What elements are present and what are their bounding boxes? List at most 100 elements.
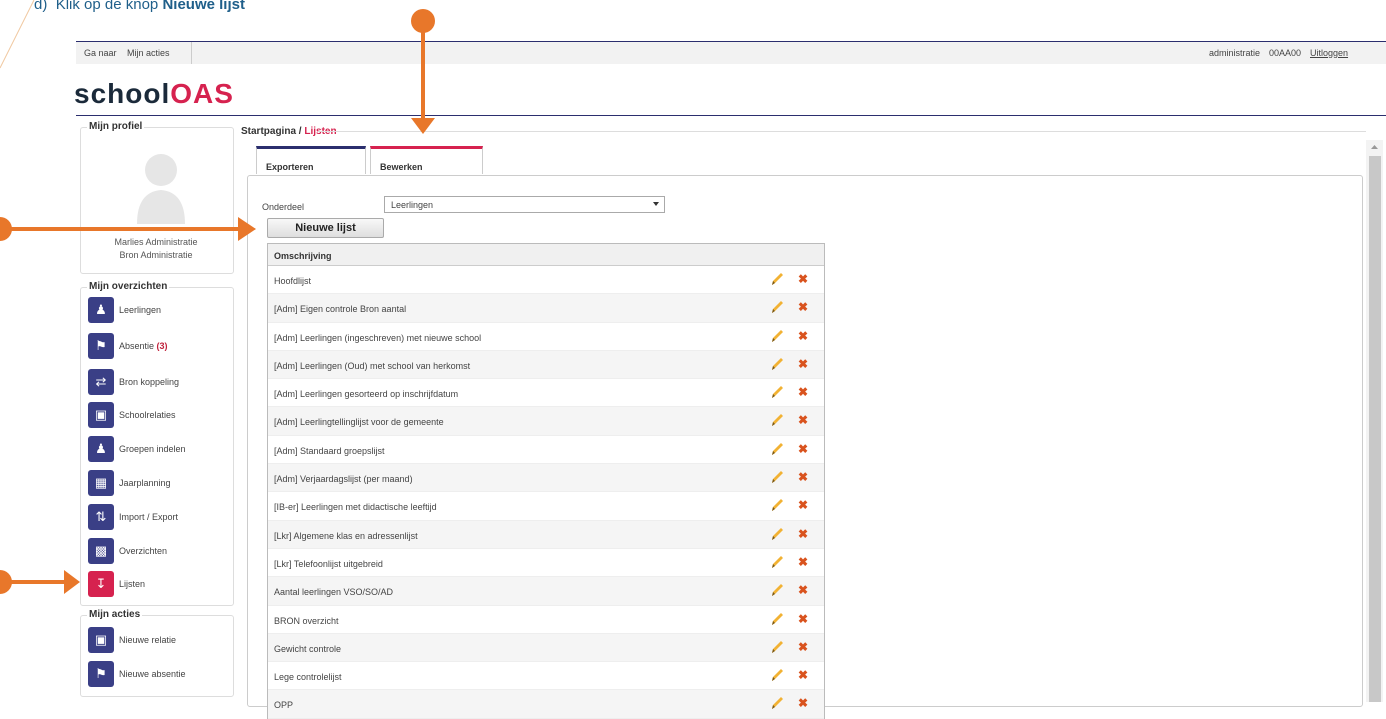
calendar-icon: ▦ [88, 470, 114, 496]
profile-org: Bron Administratie [119, 250, 193, 260]
delete-icon[interactable]: ✖ [798, 385, 808, 399]
table-row[interactable]: Lege controlelijst ✖ [268, 662, 824, 691]
schooloas-logo[interactable]: schoolOAS [74, 78, 234, 110]
sidebar-item-overzichten[interactable]: ▩ Overzichten [88, 538, 167, 564]
arrow-right-icon [64, 570, 80, 594]
edit-pencil-icon[interactable] [770, 469, 784, 485]
sidebar-item-absentie[interactable]: ⚑ Absentie (3) [88, 333, 168, 359]
students-icon: ♟ [88, 297, 114, 323]
sidebar-item-schoolrelaties[interactable]: ▣ Schoolrelaties [88, 402, 176, 428]
edit-pencil-icon[interactable] [770, 271, 784, 287]
edit-pencil-icon[interactable] [770, 441, 784, 457]
table-header: Omschrijving [268, 244, 824, 266]
edit-pencil-icon[interactable] [770, 497, 784, 513]
table-row[interactable]: [Adm] Standaard groepslijst ✖ [268, 436, 824, 465]
sidebar-item-jaarplanning[interactable]: ▦ Jaarplanning [88, 470, 171, 496]
onderdeel-label: Onderdeel [262, 202, 305, 212]
sidebar-item-lijsten[interactable]: ↧ Lijsten [88, 571, 145, 597]
delete-icon[interactable]: ✖ [798, 555, 808, 569]
row-description: Aantal leerlingen VSO/SO/AD [274, 587, 394, 598]
delete-icon[interactable]: ✖ [798, 498, 808, 512]
table-row[interactable]: [Lkr] Telefoonlijst uitgebreid ✖ [268, 549, 824, 578]
table-row[interactable]: [Adm] Leerlingen (ingeschreven) met nieu… [268, 323, 824, 351]
profile-names: Marlies Administratie Bron Administratie [80, 236, 232, 262]
scrollbar-thumb[interactable] [1369, 156, 1381, 702]
edit-pencil-icon[interactable] [770, 695, 784, 711]
edit-pencil-icon[interactable] [770, 412, 784, 428]
table-row[interactable]: OPP ✖ [268, 690, 824, 719]
delete-icon[interactable]: ✖ [798, 442, 808, 456]
top-bar: Ga naar Mijn acties administratie 00AA00… [76, 41, 1386, 64]
edit-pencil-icon[interactable] [770, 356, 784, 372]
table-row[interactable]: [Adm] Leerlingen gesorteerd op inschrijf… [268, 379, 824, 408]
new-list-button[interactable]: Nieuwe lijst [267, 218, 384, 238]
arrow-down-icon [411, 118, 435, 134]
table-row[interactable]: BRON overzicht ✖ [268, 606, 824, 634]
scroll-up-icon[interactable] [1366, 140, 1383, 154]
chevron-down-icon [653, 202, 659, 206]
overview-icon: ▩ [88, 538, 114, 564]
delete-icon[interactable]: ✖ [798, 272, 808, 286]
edit-pencil-icon[interactable] [770, 526, 784, 542]
row-description: [Adm] Verjaardagslijst (per maand) [274, 474, 413, 485]
table-row[interactable]: [Adm] Verjaardagslijst (per maand) ✖ [268, 464, 824, 493]
lists-icon: ↧ [88, 571, 114, 597]
row-description: [Adm] Leerlingen (ingeschreven) met nieu… [274, 332, 482, 343]
row-description: OPP [274, 700, 294, 711]
delete-icon[interactable]: ✖ [798, 668, 808, 682]
onderdeel-select[interactable]: Leerlingen [384, 196, 665, 213]
delete-icon[interactable]: ✖ [798, 527, 808, 541]
row-description: [IB-er] Leerlingen met didactische leeft… [274, 502, 437, 513]
absence-count: (3) [156, 341, 168, 351]
breadcrumb-home[interactable]: Startpagina [241, 126, 296, 137]
instruction-text: d) Klik op de knop Nieuwe lijst [34, 0, 245, 13]
row-description: [Lkr] Telefoonlijst uitgebreid [274, 558, 383, 569]
edit-pencil-icon[interactable] [770, 299, 784, 315]
delete-icon[interactable]: ✖ [798, 583, 808, 597]
edit-pencil-icon[interactable] [770, 554, 784, 570]
table-row[interactable]: [Adm] Leerlingen (Oud) met school van he… [268, 350, 824, 380]
table-row[interactable]: [Adm] Leerlingtellinglijst voor de gemee… [268, 407, 824, 436]
my-actions-menu[interactable]: Mijn acties [127, 48, 170, 58]
action-new-absence[interactable]: ⚑ Nieuwe absentie [88, 661, 186, 687]
groups-icon: ♟ [88, 436, 114, 462]
table-row[interactable]: [IB-er] Leerlingen met didactische leeft… [268, 492, 824, 521]
action-new-relation[interactable]: ▣ Nieuwe relatie [88, 627, 176, 653]
table-row[interactable]: Hoofdlijst ✖ [268, 266, 824, 295]
edit-pencil-icon[interactable] [770, 667, 784, 683]
annotation-line-bottom [10, 580, 68, 584]
sidebar-item-bron-koppeling[interactable]: ⇄ Bron koppeling [88, 369, 179, 395]
edit-pencil-icon[interactable] [770, 328, 784, 344]
delete-icon[interactable]: ✖ [798, 413, 808, 427]
goto-menu[interactable]: Ga naar [84, 48, 117, 58]
edit-pencil-icon[interactable] [770, 582, 784, 598]
table-row[interactable]: Gewicht controle ✖ [268, 633, 824, 663]
table-row[interactable]: [Adm] Eigen controle Bron aantal ✖ [268, 294, 824, 323]
row-description: BRON overzicht [274, 615, 339, 626]
tab-exporteren[interactable]: Exporteren [256, 146, 366, 174]
edit-pencil-icon[interactable] [770, 384, 784, 400]
handshake-icon: ⇄ [88, 369, 114, 395]
delete-icon[interactable]: ✖ [798, 470, 808, 484]
table-row[interactable]: [Lkr] Algemene klas en adressenlijst ✖ [268, 520, 824, 549]
edit-pencil-icon[interactable] [770, 639, 784, 655]
new-absence-icon: ⚑ [88, 661, 114, 687]
table-row[interactable]: Aantal leerlingen VSO/SO/AD ✖ [268, 577, 824, 606]
delete-icon[interactable]: ✖ [798, 612, 808, 626]
sidebar-item-leerlingen[interactable]: ♟ Leerlingen [88, 297, 161, 323]
row-description: [Adm] Leerlingtellinglijst voor de gemee… [274, 417, 444, 428]
edit-pencil-icon[interactable] [770, 611, 784, 627]
delete-icon[interactable]: ✖ [798, 329, 808, 343]
row-description: Hoofdlijst [274, 276, 312, 286]
logout-link[interactable]: Uitloggen [1310, 48, 1348, 58]
tab-bewerken[interactable]: Bewerken [370, 146, 483, 174]
delete-icon[interactable]: ✖ [798, 640, 808, 654]
actions-legend: Mijn acties [87, 609, 143, 620]
sidebar-item-groepen-indelen[interactable]: ♟ Groepen indelen [88, 436, 186, 462]
avatar [137, 154, 185, 224]
user-code: 00AA00 [1269, 48, 1302, 58]
row-description: [Lkr] Algemene klas en adressenlijst [274, 530, 418, 541]
sidebar-item-import-export[interactable]: ⇅ Import / Export [88, 504, 178, 530]
delete-icon[interactable]: ✖ [798, 357, 808, 371]
delete-icon[interactable]: ✖ [798, 300, 808, 314]
